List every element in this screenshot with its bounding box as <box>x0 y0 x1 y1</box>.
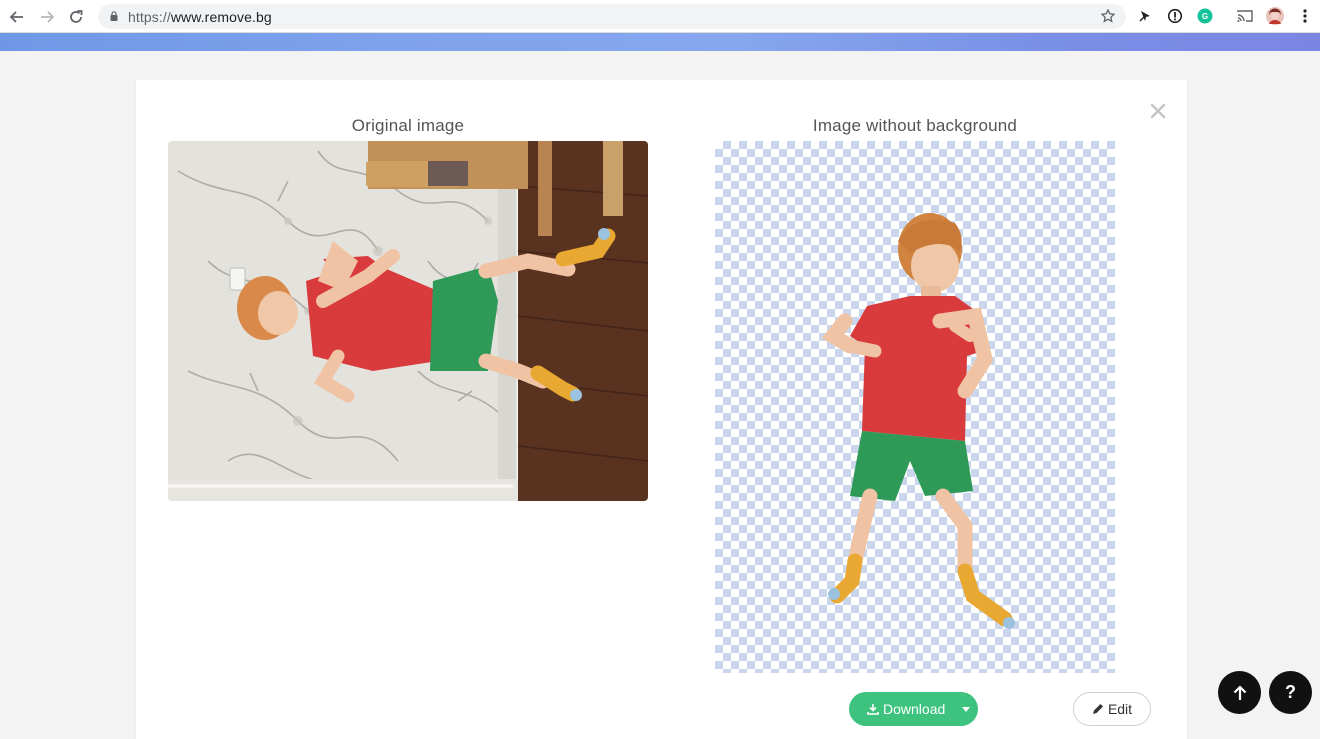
pencil-icon <box>1092 704 1103 714</box>
result-image-transparent <box>715 141 1115 673</box>
svg-text:G: G <box>1202 12 1208 21</box>
url-text: https://www.remove.bg <box>128 9 272 25</box>
help-button[interactable]: ? <box>1269 671 1312 714</box>
pin-extension-icon[interactable] <box>1136 7 1154 25</box>
download-icon <box>867 704 879 715</box>
star-icon[interactable] <box>1099 7 1117 25</box>
close-icon[interactable] <box>1147 99 1169 121</box>
result-image-title: Image without background <box>812 116 1018 135</box>
address-bar[interactable]: https://www.remove.bg <box>98 4 1126 29</box>
chevron-down-icon[interactable] <box>962 707 970 712</box>
header-gradient-stripe <box>0 33 1320 51</box>
forward-arrow-icon[interactable] <box>36 6 58 28</box>
help-label: ? <box>1285 682 1296 702</box>
original-image-title: Original image <box>351 116 465 135</box>
arrow-up-icon <box>1233 684 1246 700</box>
info-extension-icon[interactable] <box>1166 7 1184 25</box>
download-label-wrap: Download <box>867 701 945 717</box>
grammarly-extension-icon[interactable]: G <box>1196 7 1214 25</box>
original-image <box>168 141 648 501</box>
download-button[interactable]: Download <box>849 692 978 726</box>
download-label: Download <box>883 701 946 717</box>
edit-label: Edit <box>1107 701 1133 717</box>
lock-icon <box>110 11 118 21</box>
browser-toolbar: https://www.remove.bg G <box>0 0 1320 33</box>
reload-icon[interactable] <box>65 6 87 28</box>
scroll-top-button[interactable] <box>1218 671 1261 714</box>
cast-icon[interactable] <box>1236 7 1254 25</box>
edit-button[interactable]: Edit <box>1073 692 1151 726</box>
profile-avatar[interactable] <box>1266 7 1284 25</box>
menu-kebab-icon[interactable] <box>1296 7 1314 25</box>
result-modal: Original image Image without background <box>136 80 1187 739</box>
back-arrow-icon[interactable] <box>6 6 28 28</box>
